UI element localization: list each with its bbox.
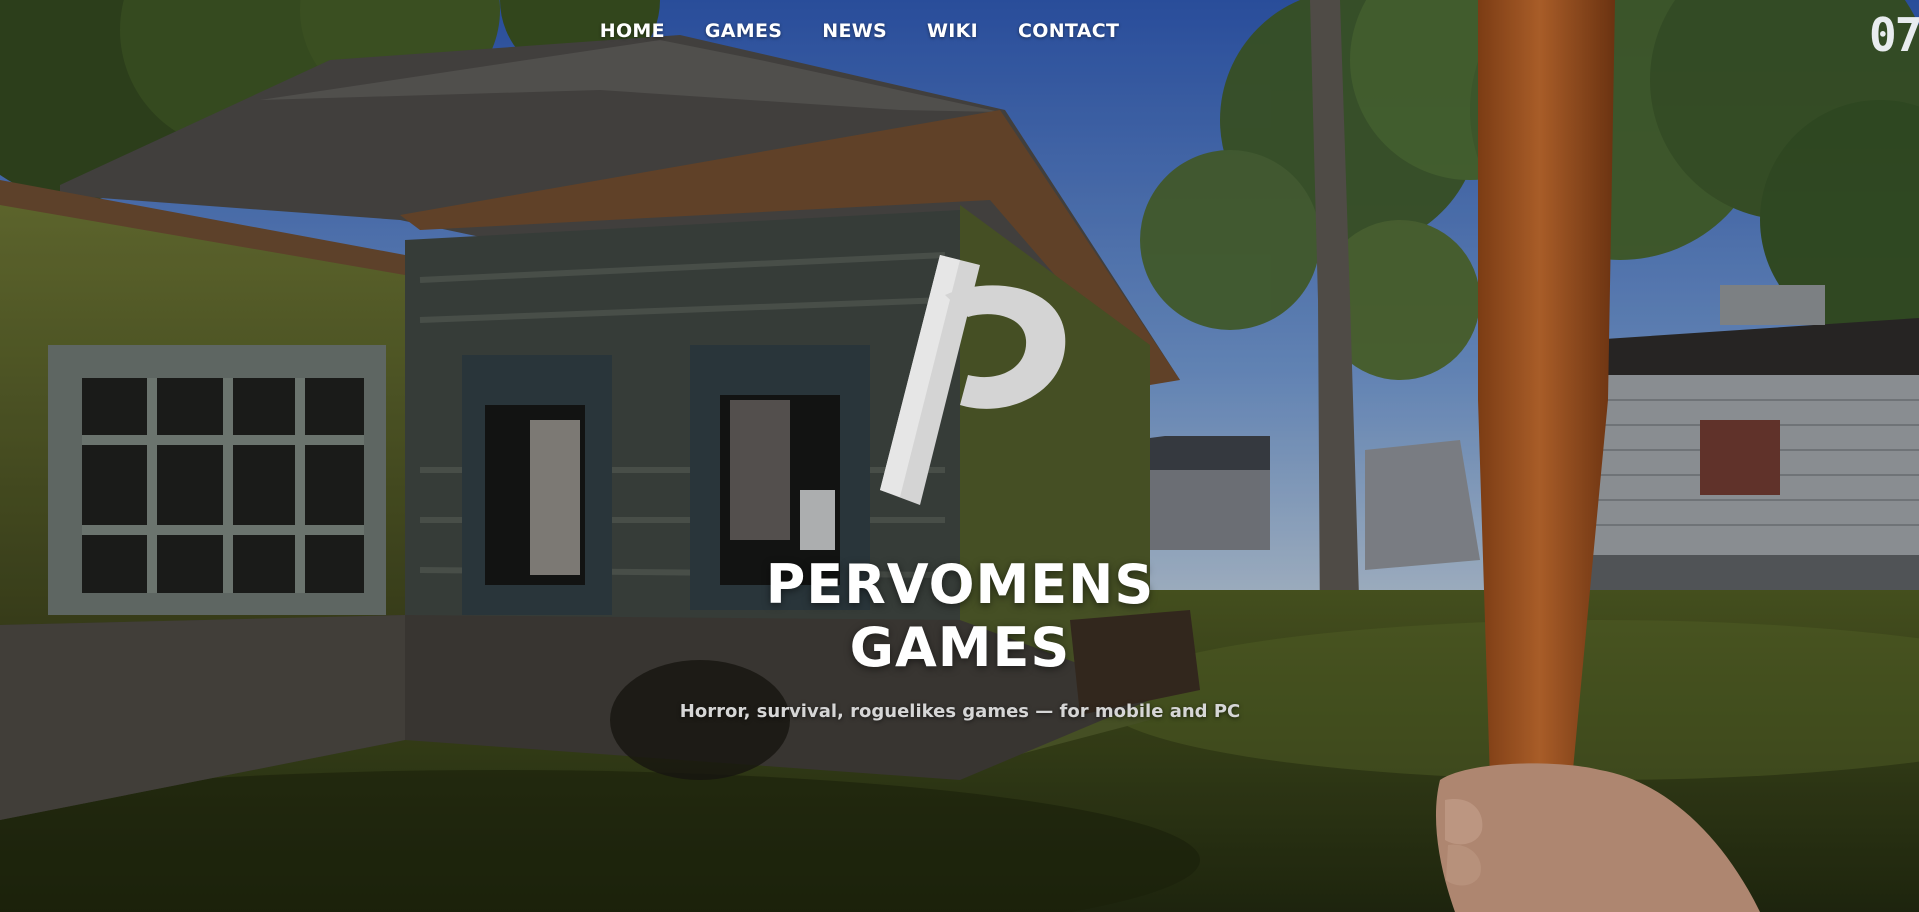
pervomens-p-logo-icon — [880, 255, 1066, 505]
brand-tagline: Horror, survival, roguelikes games — for… — [679, 701, 1241, 722]
nav-link-games[interactable]: GAMES — [705, 20, 782, 42]
hero-section: HOME GAMES NEWS WIKI CONTACT 07 PERVOMEN… — [0, 0, 1919, 912]
nav-link-news[interactable]: NEWS — [822, 20, 887, 42]
nav-item-games: GAMES — [705, 20, 782, 42]
nav-list: HOME GAMES NEWS WIKI CONTACT — [600, 20, 1119, 42]
nav-item-news: NEWS — [822, 20, 887, 42]
nav-item-contact: CONTACT — [1018, 20, 1119, 42]
nav-item-home: HOME — [600, 20, 665, 42]
main-navigation: HOME GAMES NEWS WIKI CONTACT — [0, 20, 1919, 42]
brand-title: PERVOMENS GAMES — [765, 553, 1155, 679]
corner-counter: 07 — [1869, 8, 1919, 62]
nav-link-wiki[interactable]: WIKI — [927, 20, 978, 42]
nav-link-home[interactable]: HOME — [600, 20, 665, 42]
nav-item-wiki: WIKI — [927, 20, 978, 42]
nav-link-contact[interactable]: CONTACT — [1018, 20, 1119, 42]
brand-block: PERVOMENS GAMES Horror, survival, roguel… — [660, 255, 1260, 722]
